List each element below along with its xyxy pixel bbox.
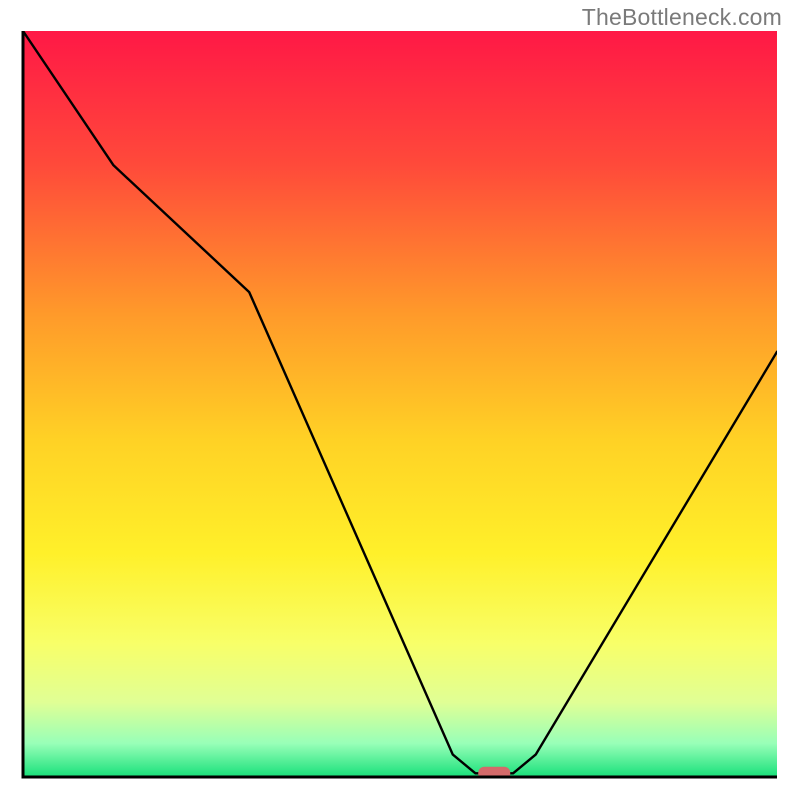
chart-container: TheBottleneck.com xyxy=(0,0,800,800)
watermark-text: TheBottleneck.com xyxy=(582,4,782,31)
gradient-background xyxy=(23,31,777,777)
bottleneck-chart xyxy=(0,0,800,800)
